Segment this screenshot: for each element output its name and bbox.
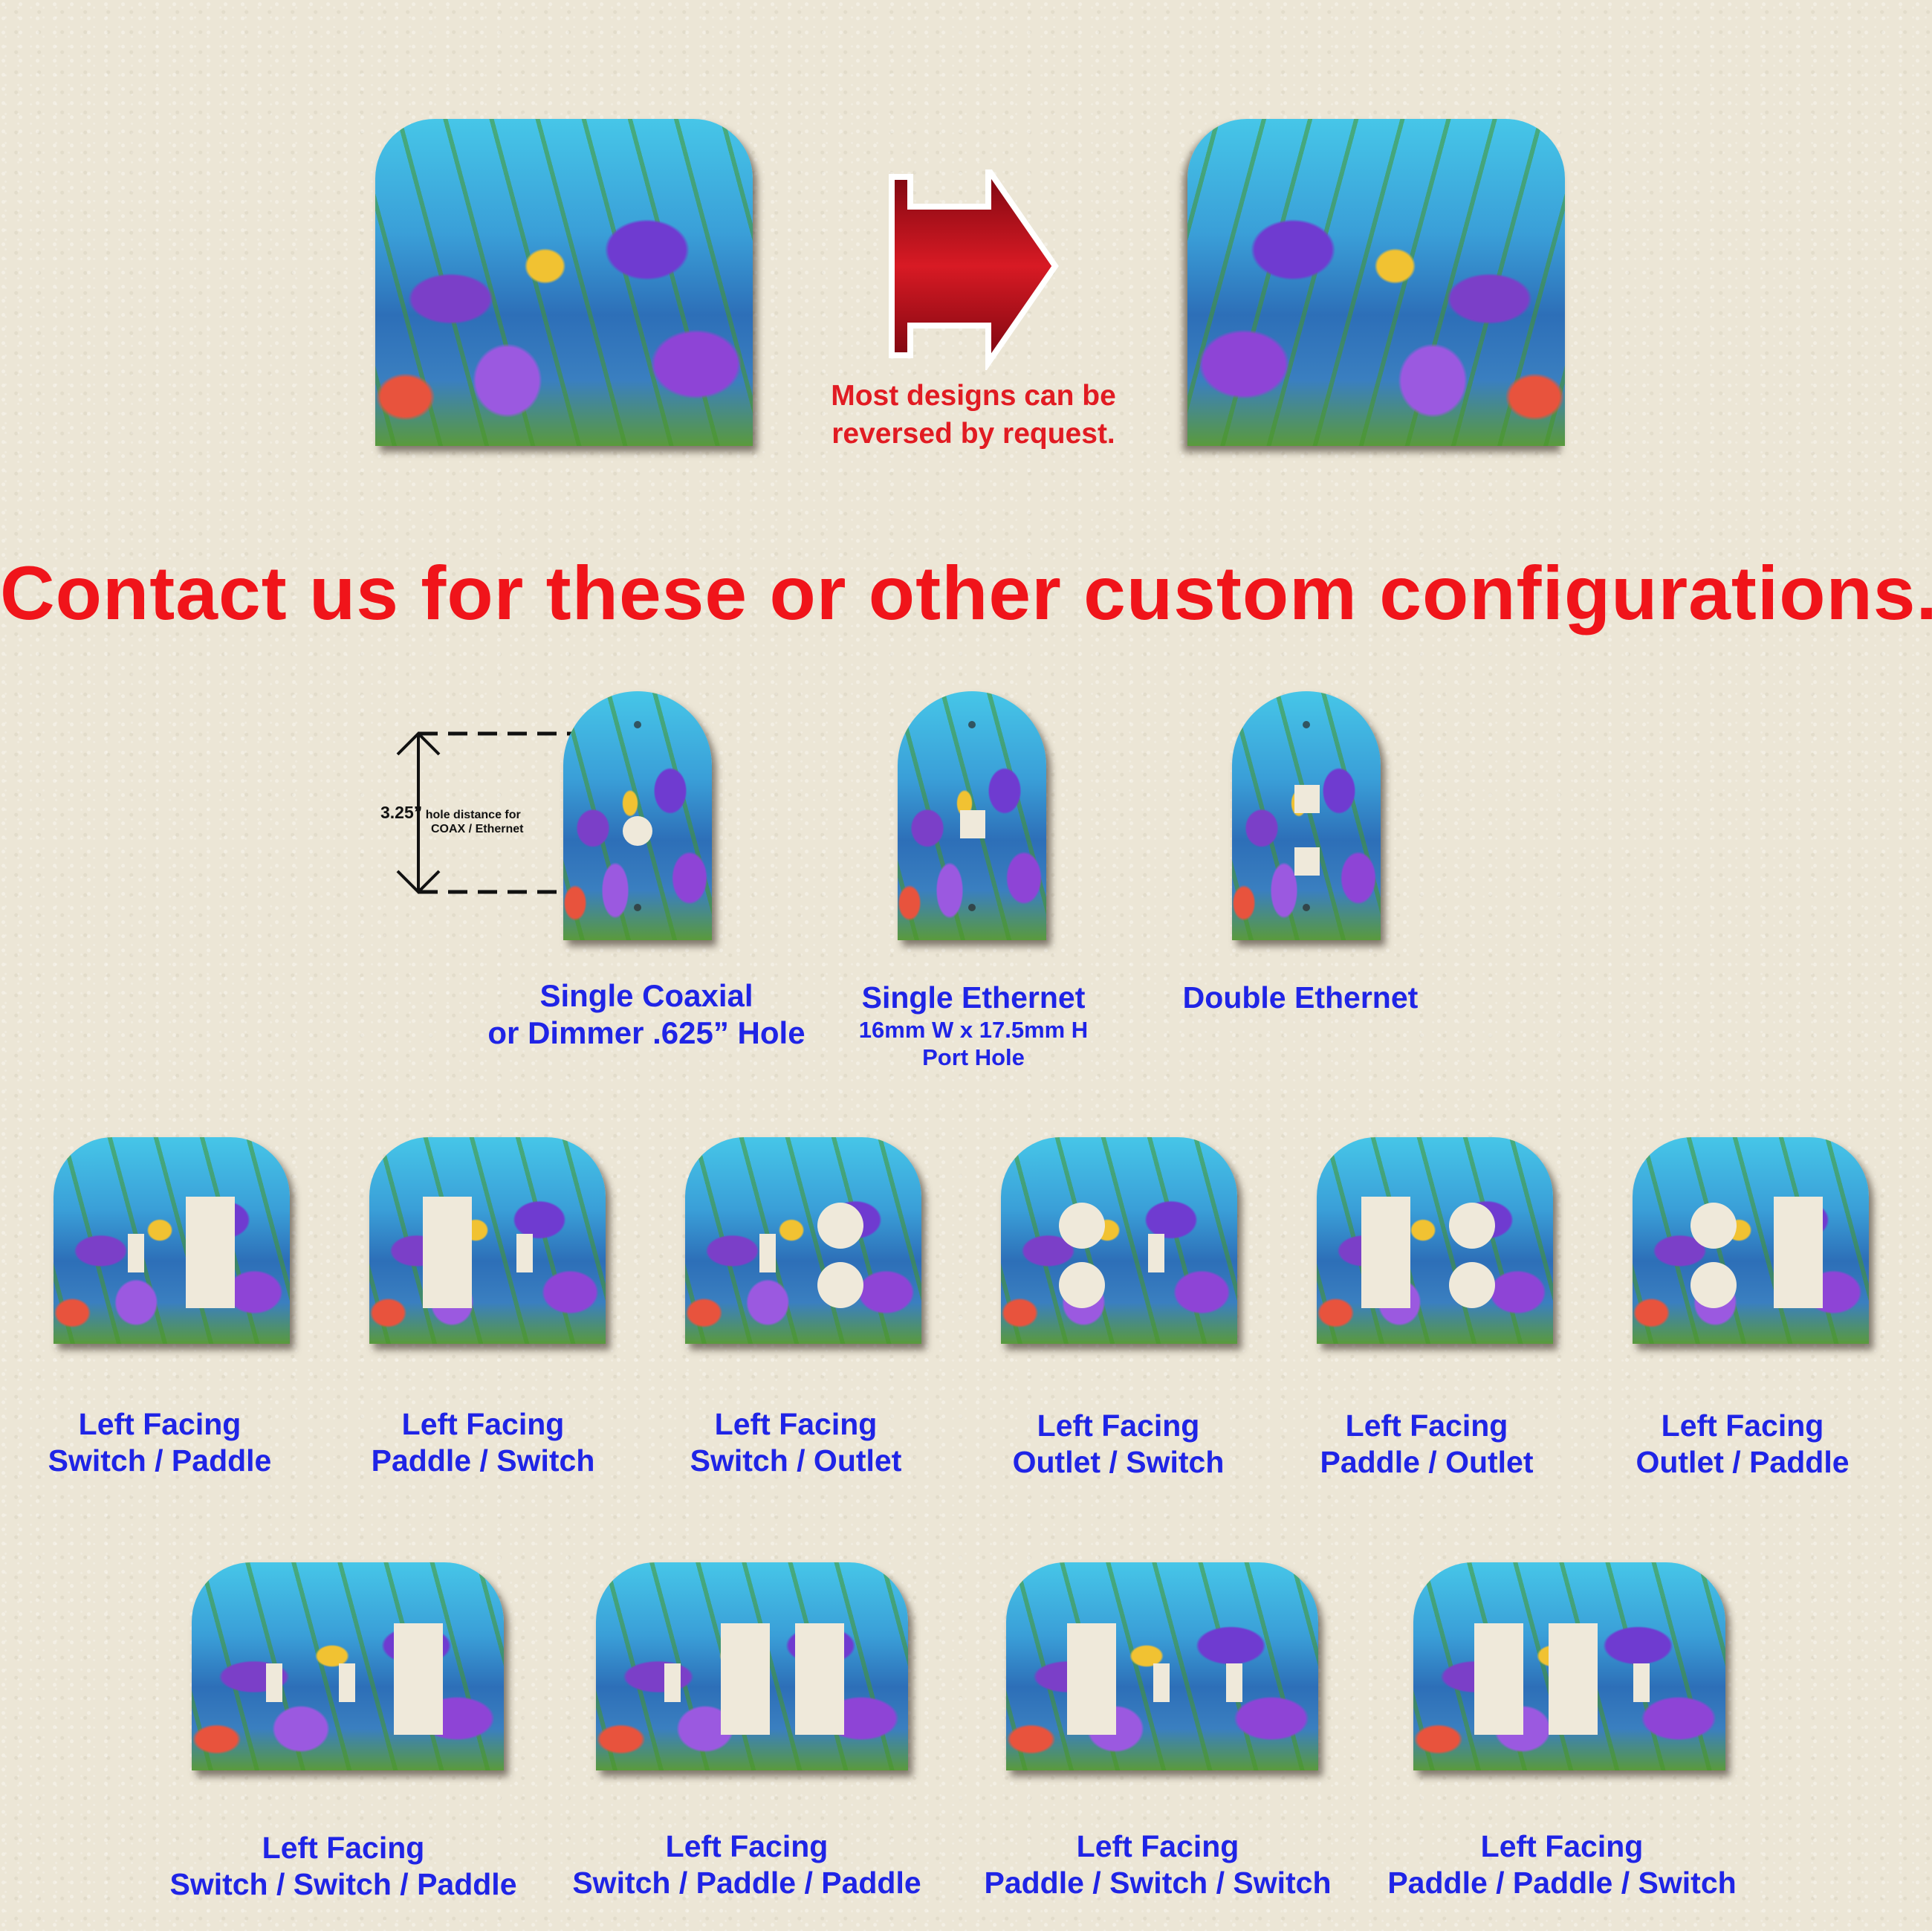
single-coaxial-plate — [563, 691, 712, 940]
caption-line2: Switch / Paddle / Paddle — [572, 1866, 921, 1901]
caption-single-coaxial: Single Coaxial or Dimmer .625” Hole — [461, 977, 832, 1052]
triple-plate-switch-paddle-paddle — [596, 1562, 908, 1770]
caption-line2: Switch / Outlet — [690, 1443, 902, 1478]
caption-paddle-switch-switch: Left Facing Paddle / Switch / Switch — [935, 1828, 1381, 1901]
caption-paddle-switch: Left Facing Paddle / Switch — [334, 1406, 632, 1479]
double-ethernet-plate — [1232, 691, 1381, 940]
caption-line2: Switch / Paddle — [48, 1443, 272, 1478]
double-plate-switch-outlet — [685, 1137, 921, 1344]
caption-line2: Paddle / Outlet — [1320, 1445, 1534, 1480]
double-plate-paddle-outlet — [1317, 1137, 1553, 1344]
caption-line1: Left Facing — [1480, 1829, 1644, 1863]
caption-switch-switch-paddle: Left Facing Switch / Switch / Paddle — [120, 1830, 566, 1903]
single-ethernet-plate — [898, 691, 1046, 940]
headline: Contact us for these or other custom con… — [0, 551, 1932, 635]
caption-line1: Left Facing — [401, 1407, 565, 1441]
caption-paddle-outlet: Left Facing Paddle / Outlet — [1278, 1408, 1575, 1481]
caption-line1: Left Facing — [1076, 1829, 1239, 1863]
caption-line1: Left Facing — [665, 1829, 829, 1863]
dimension-desc-line1: hole distance for — [425, 809, 521, 821]
caption-line1: Left Facing — [1345, 1408, 1508, 1443]
double-plate-outlet-switch — [1001, 1137, 1237, 1344]
dimension-label: 3.25” hole distance for COAX / Ethernet — [380, 803, 559, 836]
reverse-note-line2: reversed by request. — [832, 417, 1115, 450]
caption-line3: Port Hole — [922, 1044, 1025, 1071]
caption-line2: Outlet / Switch — [1012, 1445, 1225, 1480]
caption-line2: or Dimmer .625” Hole — [487, 1015, 805, 1051]
caption-outlet-paddle: Left Facing Outlet / Paddle — [1594, 1408, 1891, 1481]
caption-outlet-switch: Left Facing Outlet / Switch — [970, 1408, 1267, 1481]
dimension-value: 3.25” — [380, 803, 423, 822]
caption-switch-outlet: Left Facing Switch / Outlet — [647, 1406, 944, 1479]
caption-line1: Left Facing — [714, 1407, 878, 1441]
caption-line1: Left Facing — [1661, 1408, 1824, 1443]
reversed-design-plate — [1187, 119, 1565, 446]
triple-plate-paddle-switch-switch — [1006, 1562, 1318, 1770]
caption-line1: Left Facing — [78, 1407, 242, 1441]
double-plate-paddle-switch — [369, 1137, 606, 1344]
triple-plate-switch-switch-paddle — [192, 1562, 504, 1770]
caption-line1: Single Ethernet — [861, 980, 1086, 1015]
caption-line1: Double Ethernet — [1182, 980, 1419, 1015]
original-design-plate — [375, 119, 753, 446]
caption-line2: Paddle / Switch — [371, 1443, 595, 1478]
caption-line2: Switch / Switch / Paddle — [169, 1867, 517, 1902]
caption-line1: Left Facing — [1037, 1408, 1200, 1443]
reverse-arrow-icon — [889, 169, 1059, 370]
double-plate-switch-paddle — [54, 1137, 290, 1344]
caption-double-ethernet: Double Ethernet — [1144, 980, 1456, 1016]
caption-line1: Left Facing — [262, 1831, 425, 1865]
caption-single-ethernet: Single Ethernet 16mm W x 17.5mm H Port H… — [817, 980, 1129, 1072]
caption-line2: 16mm W x 17.5mm H — [858, 1017, 1089, 1044]
reverse-note-line1: Most designs can be — [831, 380, 1116, 412]
caption-line2: Paddle / Paddle / Switch — [1387, 1866, 1737, 1901]
double-plate-outlet-paddle — [1633, 1137, 1869, 1344]
caption-line1: Single Coaxial — [539, 978, 753, 1013]
caption-line2: Outlet / Paddle — [1636, 1445, 1850, 1480]
dimension-desc-line2: COAX / Ethernet — [431, 823, 524, 835]
triple-plate-paddle-paddle-switch — [1413, 1562, 1725, 1770]
caption-switch-paddle-paddle: Left Facing Switch / Paddle / Paddle — [524, 1828, 970, 1901]
reverse-note: Most designs can be reversed by request. — [773, 378, 1174, 453]
caption-paddle-paddle-switch: Left Facing Paddle / Paddle / Switch — [1339, 1828, 1785, 1901]
caption-line2: Paddle / Switch / Switch — [984, 1866, 1332, 1901]
caption-switch-paddle: Left Facing Switch / Paddle — [11, 1406, 308, 1479]
